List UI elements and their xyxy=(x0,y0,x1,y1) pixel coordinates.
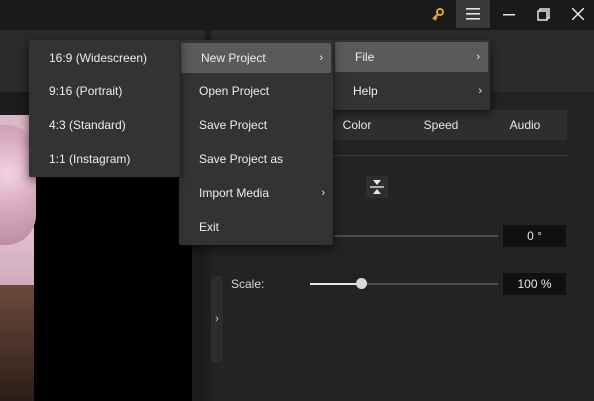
expand-panel-handle[interactable]: › xyxy=(211,276,223,362)
menu-item-file[interactable]: File › xyxy=(335,42,488,72)
chevron-right-icon: › xyxy=(478,85,482,97)
menu-item-new-project[interactable]: New Project › xyxy=(181,43,331,73)
menu-item-import-media[interactable]: Import Media › xyxy=(179,178,333,208)
chevron-right-icon: › xyxy=(476,51,480,63)
rotation-slider[interactable] xyxy=(334,235,498,237)
menu-item-exit[interactable]: Exit xyxy=(179,212,333,242)
flip-vertical-icon[interactable] xyxy=(366,176,388,198)
image-background xyxy=(0,285,34,401)
tab-audio[interactable]: Audio xyxy=(490,110,560,140)
chevron-right-icon: › xyxy=(321,187,325,199)
menu-item-save-project-as[interactable]: Save Project as xyxy=(179,144,333,174)
menu-item-9-16-portrait[interactable]: 9:16 (Portrait) xyxy=(29,76,180,106)
menu-item-open-project[interactable]: Open Project xyxy=(179,76,333,106)
close-icon[interactable] xyxy=(562,0,594,28)
scale-slider-fill xyxy=(310,283,362,285)
minimize-icon[interactable] xyxy=(494,0,524,28)
key-icon[interactable] xyxy=(424,0,452,28)
tab-speed[interactable]: Speed xyxy=(405,110,477,140)
rotation-value-field[interactable]: 0 ° xyxy=(503,225,566,247)
chevron-right-icon: › xyxy=(215,313,219,325)
file-submenu: New Project › Open Project Save Project … xyxy=(179,40,333,245)
menu-item-1-1-instagram[interactable]: 1:1 (Instagram) xyxy=(29,144,180,174)
scale-value-field[interactable]: 100 % xyxy=(503,273,566,295)
hamburger-menu-icon[interactable] xyxy=(456,0,490,28)
tab-color[interactable]: Color xyxy=(325,110,389,140)
scale-slider-handle[interactable] xyxy=(356,278,367,289)
chevron-right-icon: › xyxy=(319,52,323,64)
menu-item-save-project[interactable]: Save Project xyxy=(179,110,333,140)
scale-label: Scale: xyxy=(231,277,265,291)
menu-item-16-9-widescreen[interactable]: 16:9 (Widescreen) xyxy=(29,43,180,73)
new-project-submenu: 16:9 (Widescreen) 9:16 (Portrait) 4:3 (S… xyxy=(29,40,180,177)
restore-icon[interactable] xyxy=(528,0,558,28)
file-help-menu: File › Help › xyxy=(333,40,490,110)
menu-item-4-3-standard[interactable]: 4:3 (Standard) xyxy=(29,110,180,140)
menu-item-help[interactable]: Help › xyxy=(333,76,490,106)
